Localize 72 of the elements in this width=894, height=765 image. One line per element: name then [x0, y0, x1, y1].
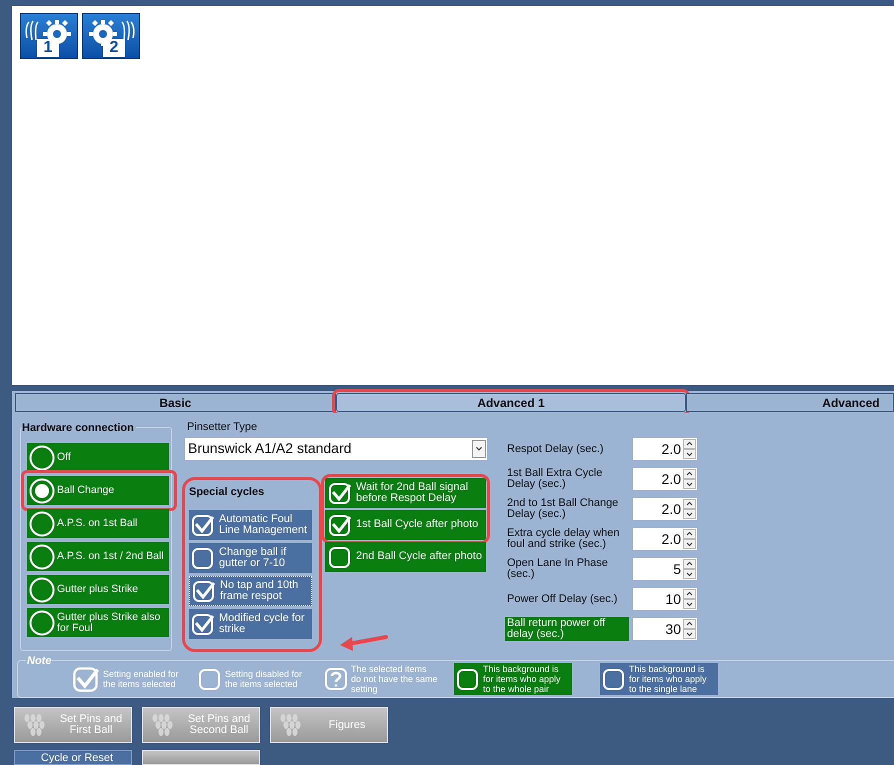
tab[interactable]: Advanced — [686, 393, 894, 412]
spinner-arrows-icon — [683, 499, 696, 519]
radio-option[interactable]: A.P.S. on 1st / 2nd Ball — [27, 542, 169, 571]
checkbox-icon[interactable] — [602, 667, 626, 691]
spinner-arrows-icon — [683, 559, 696, 579]
checkbox-option[interactable]: Change ball if gutter or 7-10 — [189, 542, 312, 572]
legend-item: Setting disabled for the items selected — [196, 663, 314, 695]
setting-label: Ball return power off delay (sec.) — [505, 617, 629, 641]
radio-option[interactable]: Ball Change — [27, 476, 169, 505]
checkbox-option[interactable]: Wait for 2nd Ball signal before Respot Delay — [325, 478, 486, 508]
radio-option[interactable]: Gutter plus Strike also for Foul — [27, 608, 169, 637]
tab[interactable]: Basic — [15, 393, 336, 412]
radio-button-icon[interactable] — [29, 576, 55, 602]
legend-item: Setting enabled for the items selected — [70, 663, 188, 695]
spinner-arrows-icon — [683, 619, 696, 639]
checkbox-icon[interactable] — [456, 667, 480, 691]
radio-button-icon[interactable] — [29, 444, 55, 470]
checkbox-checked-icon[interactable] — [191, 612, 215, 636]
checkbox-option[interactable]: No tap and 10th frame respot — [189, 576, 312, 606]
annotation-arrow — [338, 634, 388, 654]
radio-button-icon[interactable] — [29, 510, 55, 536]
number-spinner[interactable]: 5 — [633, 558, 697, 580]
setting-label: Open Lane In Phase (sec.) — [506, 558, 609, 580]
radio-option[interactable]: Gutter plus Strike — [27, 575, 169, 604]
spinner-arrows-icon — [683, 529, 696, 549]
field-label: Pinsetter Type — [187, 420, 258, 435]
lane-number: 1 — [37, 39, 59, 57]
setting-label: 1st Ball Extra Cycle Delay (sec.) — [506, 468, 604, 490]
toolbar-button[interactable]: 1 — [20, 13, 78, 59]
action-button[interactable]: Cycle or Reset — [14, 750, 132, 765]
legend-item: This background is for items who apply to the single lane — [600, 663, 718, 695]
spinner-arrows-icon — [683, 589, 696, 609]
toolbar-button[interactable]: 2 — [82, 13, 140, 59]
checkbox-option[interactable]: Modified cycle for strike — [189, 608, 312, 638]
radio-option[interactable]: Off — [27, 443, 169, 472]
legend-item: This background is for items who apply to the whole pair — [454, 663, 572, 695]
checkbox-icon[interactable] — [191, 546, 215, 570]
bowling-pins-icon — [151, 712, 175, 738]
checkbox-checked-icon[interactable] — [72, 665, 100, 693]
checkbox-checked-icon[interactable] — [192, 578, 216, 602]
number-spinner[interactable]: 2.0 — [633, 468, 697, 490]
legend-item: The selected items do not have the same setting — [322, 663, 440, 695]
number-spinner[interactable]: 10 — [633, 588, 697, 610]
pinsetter-type-dropdown[interactable]: Brunswick A1/A2 standard — [185, 438, 487, 460]
radio-button-icon[interactable] — [29, 610, 55, 636]
lane-number: 2 — [103, 39, 125, 57]
number-spinner[interactable]: 30 — [633, 618, 697, 640]
setting-label: 2nd to 1st Ball Change Delay (sec.) — [506, 498, 620, 520]
bowling-pins-icon — [23, 712, 47, 738]
radio-option[interactable]: A.P.S. on 1st Ball — [27, 509, 169, 538]
setting-label: Extra cycle delay when foul and strike (sec.) — [506, 528, 620, 550]
radio-button-icon[interactable] — [29, 544, 55, 570]
checkbox-option[interactable]: Automatic Foul Line Management — [189, 510, 312, 540]
setting-label: Respot Delay (sec.) — [506, 444, 605, 454]
spinner-arrows-icon — [683, 469, 696, 489]
radio-button-icon[interactable] — [29, 478, 55, 504]
checkbox-option[interactable]: 1st Ball Cycle after photo — [325, 510, 486, 540]
checkbox-option[interactable]: 2nd Ball Cycle after photo — [325, 542, 486, 572]
checkbox-icon[interactable] — [328, 544, 352, 568]
number-spinner[interactable]: 2.0 — [633, 528, 697, 550]
question-mark-icon — [324, 667, 348, 691]
group-title: Special cycles — [189, 484, 264, 500]
chevron-down-icon — [472, 440, 486, 458]
checkbox-checked-icon[interactable] — [328, 512, 352, 536]
checkbox-checked-icon[interactable] — [328, 480, 352, 504]
number-spinner[interactable]: 2.0 — [633, 438, 697, 460]
spinner-arrows-icon — [683, 439, 696, 459]
number-spinner[interactable]: 2.0 — [633, 498, 697, 520]
checkbox-icon[interactable] — [198, 667, 222, 691]
checkbox-checked-icon[interactable] — [191, 512, 215, 536]
setting-label: Power Off Delay (sec.) — [506, 594, 618, 604]
bowling-pins-icon — [279, 712, 303, 738]
